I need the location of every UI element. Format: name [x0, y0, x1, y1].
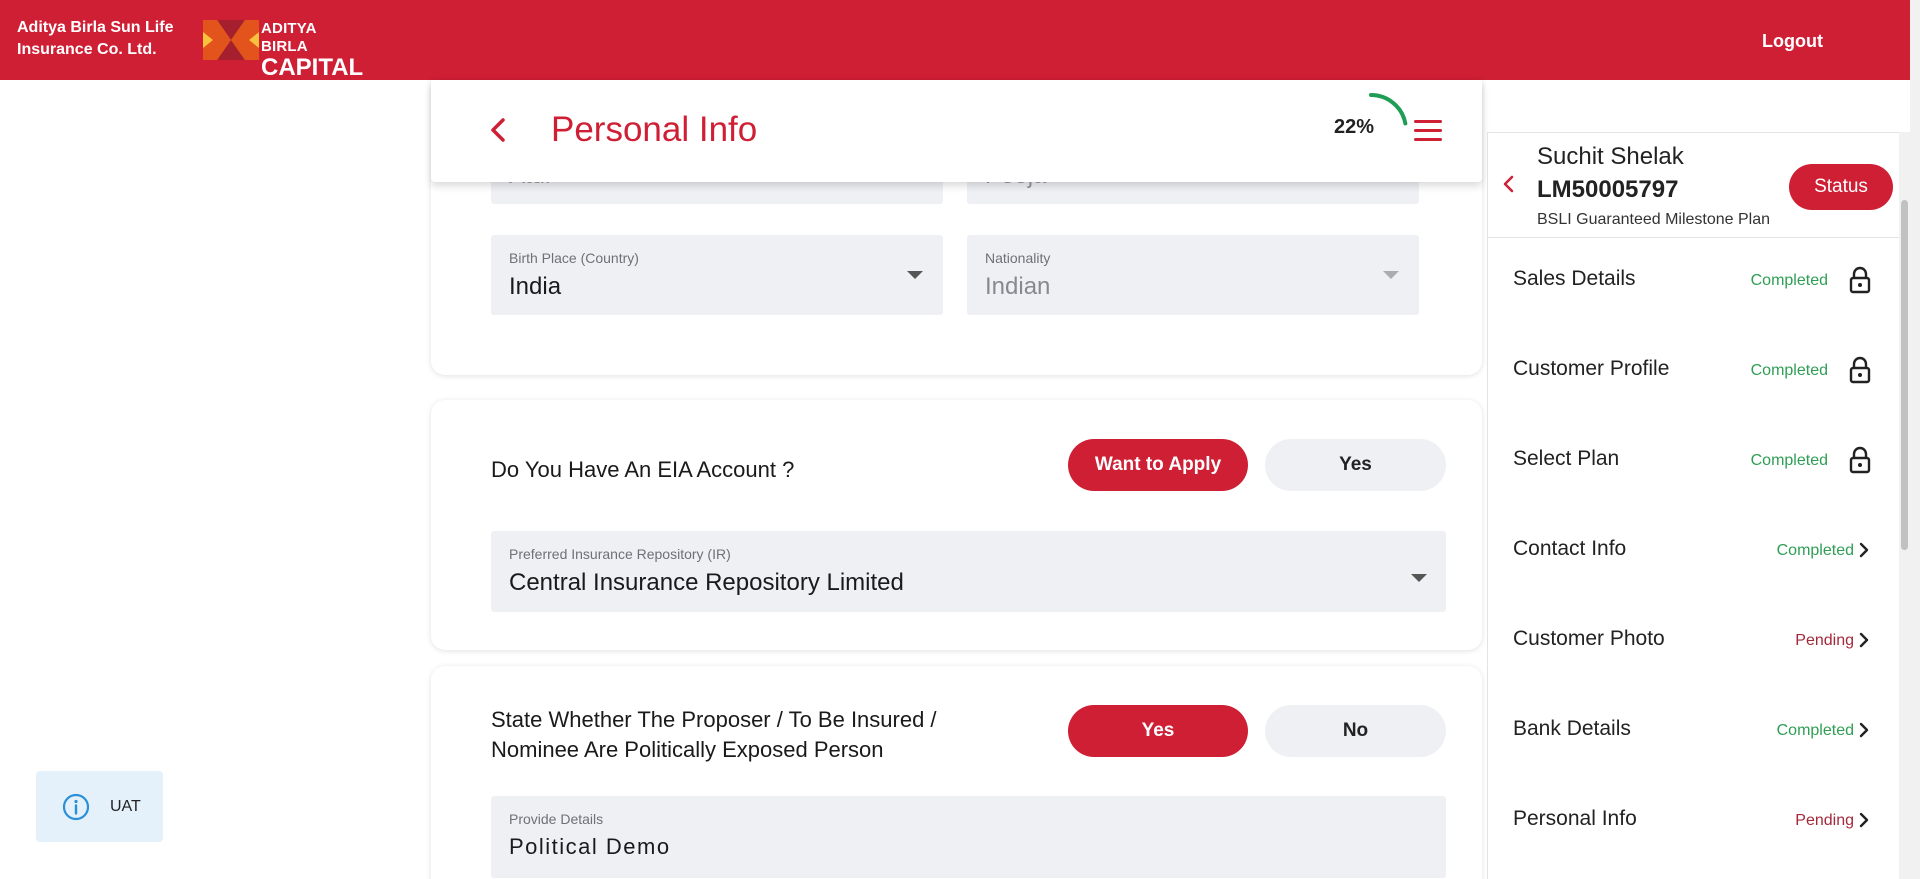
repository-value: Central Insurance Repository Limited	[509, 569, 904, 596]
page-title: Personal Info	[551, 110, 758, 149]
pep-details-value: Political Demo	[509, 834, 671, 859]
step-status: Completed	[1776, 542, 1854, 559]
repository-label: Preferred Insurance Repository (IR)	[509, 546, 731, 562]
step-status: Completed	[1750, 362, 1828, 379]
eia-card: Do You Have An EIA Account ? Want to App…	[431, 400, 1482, 650]
pep-question-line1: State Whether The Proposer / To Be Insur…	[491, 707, 937, 732]
step-customer-photo[interactable]: Customer Photo Pending	[1488, 611, 1900, 671]
form-header: Personal Info 22%	[431, 80, 1482, 182]
environment-label: UAT	[110, 798, 141, 815]
step-status: Pending	[1795, 632, 1854, 649]
chevron-right-icon	[1859, 542, 1869, 558]
side-divider	[1488, 237, 1900, 238]
step-customer-profile[interactable]: Customer Profile Completed	[1488, 341, 1900, 401]
pep-yes-button[interactable]: Yes	[1068, 705, 1248, 757]
collapse-panel-icon[interactable]	[1500, 175, 1518, 193]
nationality-label: Nationality	[985, 250, 1051, 266]
step-bank-details[interactable]: Bank Details Completed	[1488, 701, 1900, 761]
step-name: Customer Photo	[1513, 627, 1665, 650]
side-panel-scroll-thumb[interactable]	[1901, 200, 1908, 550]
logo-line1: ADITYA BIRLA	[261, 20, 317, 55]
step-name: Bank Details	[1513, 717, 1631, 740]
top-bar: Aditya Birla Sun Life Insurance Co. Ltd.…	[0, 0, 1910, 80]
step-sales-details[interactable]: Sales Details Completed	[1488, 251, 1900, 311]
company-name: Aditya Birla Sun Life Insurance Co. Ltd.	[17, 17, 197, 61]
step-status: Completed	[1750, 272, 1828, 289]
pep-question: State Whether The Proposer / To Be Insur…	[491, 705, 937, 765]
lock-icon	[1849, 356, 1871, 384]
pep-details-input[interactable]: Provide Details Political Demo	[491, 796, 1446, 878]
status-button[interactable]: Status	[1789, 164, 1893, 210]
step-contact-info[interactable]: Contact Info Completed	[1488, 521, 1900, 581]
page-scrollbar[interactable]	[1910, 0, 1920, 879]
step-status: Completed	[1776, 722, 1854, 739]
hamburger-menu-icon[interactable]	[1414, 120, 1442, 142]
logo-text: ADITYA BIRLA CAPITAL	[261, 20, 363, 80]
step-name: Select Plan	[1513, 447, 1620, 470]
application-side-panel: Suchit Shelak LM50005797 BSLI Guaranteed…	[1487, 132, 1900, 879]
step-status: Completed	[1750, 452, 1828, 469]
company-name-line2: Insurance Co. Ltd.	[17, 41, 157, 58]
step-status: Pending	[1795, 812, 1854, 829]
chevron-down-icon	[907, 271, 923, 279]
customer-name: Suchit Shelak	[1537, 143, 1684, 170]
birth-place-value: India	[509, 273, 562, 300]
logo-mark-icon	[203, 20, 259, 60]
application-id: LM50005797	[1537, 176, 1679, 203]
chevron-right-icon	[1859, 632, 1869, 648]
step-name: Customer Profile	[1513, 357, 1670, 380]
environment-badge: UAT	[36, 771, 163, 842]
logo-line2: CAPITAL	[261, 54, 364, 81]
pep-card: State Whether The Proposer / To Be Insur…	[431, 666, 1482, 879]
pep-question-line2: Nominee Are Politically Exposed Person	[491, 737, 884, 762]
birth-place-label: Birth Place (Country)	[509, 250, 639, 266]
plan-name: BSLI Guaranteed Milestone Plan	[1537, 211, 1771, 228]
birth-place-select[interactable]: Birth Place (Country) India	[491, 235, 943, 315]
info-icon	[62, 793, 90, 821]
chevron-down-icon	[1383, 271, 1399, 279]
eia-question: Do You Have An EIA Account ?	[491, 457, 795, 482]
chevron-right-icon	[1859, 722, 1869, 738]
step-name: Contact Info	[1513, 537, 1627, 560]
eia-yes-button[interactable]: Yes	[1265, 439, 1446, 491]
pep-no-button[interactable]: No	[1265, 705, 1446, 757]
logout-button[interactable]: Logout	[1762, 31, 1823, 52]
chevron-right-icon	[1859, 812, 1869, 828]
progress-percent: 22%	[1334, 116, 1375, 138]
chevron-down-icon	[1411, 574, 1427, 582]
step-personal-info[interactable]: Personal Info Pending	[1488, 791, 1900, 851]
step-name: Personal Info	[1513, 807, 1637, 830]
nationality-value: Indian	[985, 273, 1051, 300]
want-to-apply-button[interactable]: Want to Apply	[1068, 439, 1248, 491]
lock-icon	[1849, 446, 1871, 474]
pep-details-label: Provide Details	[509, 811, 604, 827]
step-name: Sales Details	[1513, 267, 1636, 290]
back-arrow-icon[interactable]	[485, 116, 513, 144]
nationality-select: Nationality Indian	[967, 235, 1419, 315]
lock-icon	[1849, 266, 1871, 294]
step-select-plan[interactable]: Select Plan Completed	[1488, 431, 1900, 491]
company-name-line1: Aditya Birla Sun Life	[17, 19, 174, 36]
repository-select[interactable]: Preferred Insurance Repository (IR) Cent…	[491, 531, 1446, 612]
